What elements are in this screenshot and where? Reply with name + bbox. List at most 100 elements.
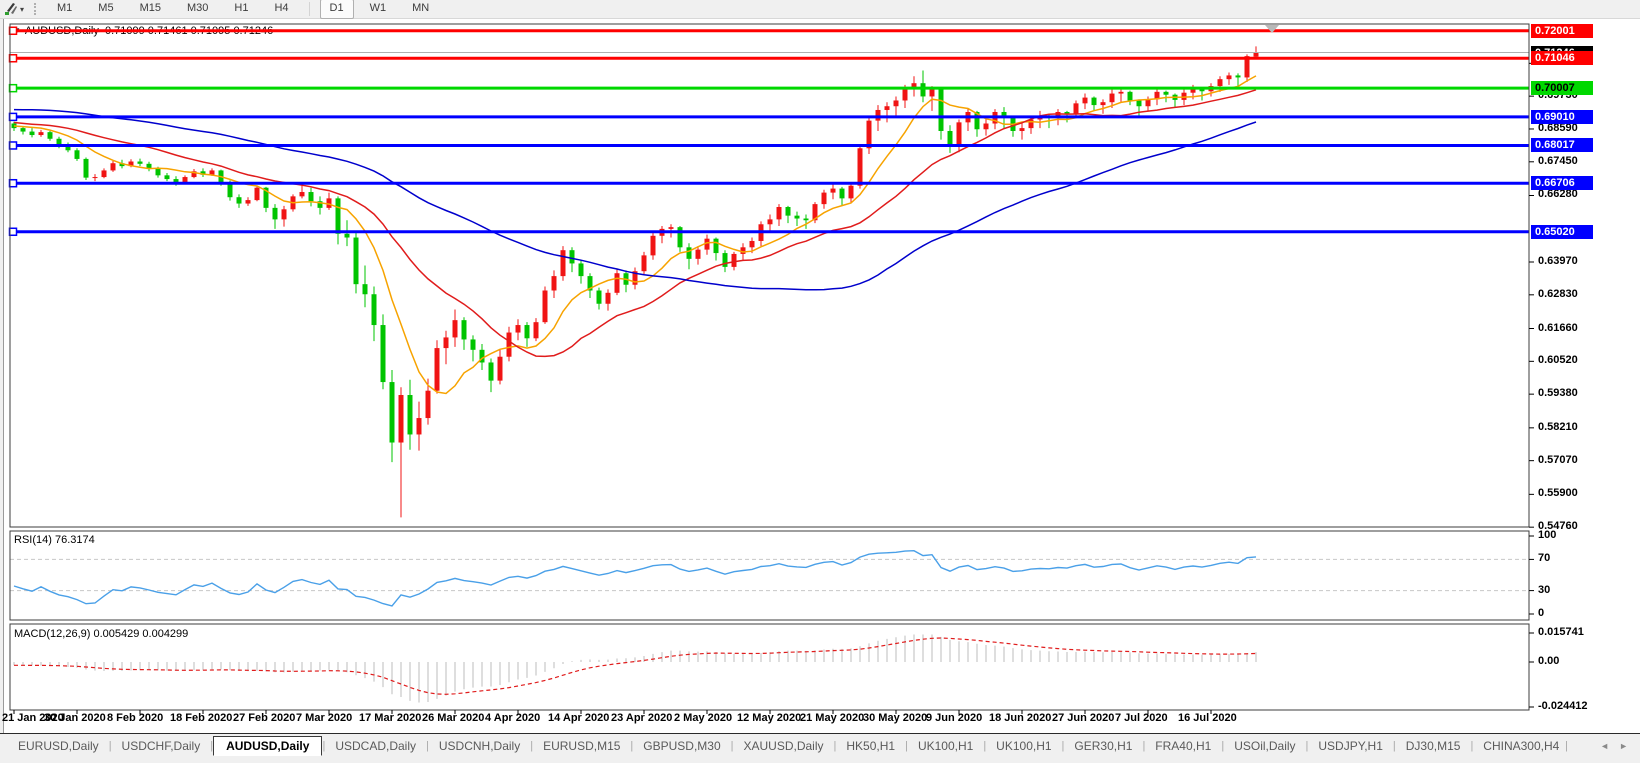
timeframe-button-m5[interactable]: M5 bbox=[88, 0, 123, 19]
chart-tab-uk100-h1[interactable]: UK100,H1 bbox=[908, 736, 983, 756]
chart-tab-dj30-m15[interactable]: DJ30,M15 bbox=[1396, 736, 1471, 756]
date-axis-label: 21 May 2020 bbox=[800, 712, 865, 724]
candle-body bbox=[893, 100, 899, 107]
chart-tab-gbpusd-m30[interactable]: GBPUSD,M30 bbox=[633, 736, 730, 756]
timeframe-button-m1[interactable]: M1 bbox=[47, 0, 82, 19]
panel-frame-0 bbox=[9, 23, 1530, 528]
candle-body bbox=[245, 200, 251, 204]
candle-body bbox=[380, 325, 386, 383]
price-axis-label: 0.59380 bbox=[1538, 387, 1578, 400]
candle-body bbox=[731, 253, 737, 267]
price-axis-label: 0.66280 bbox=[1538, 188, 1578, 201]
candle-body bbox=[407, 395, 413, 435]
candle-body bbox=[362, 284, 368, 295]
candle-body bbox=[668, 227, 674, 229]
macd-axis-label: 0.00 bbox=[1538, 655, 1560, 667]
timeframe-button-h4[interactable]: H4 bbox=[264, 0, 298, 19]
candle-body bbox=[452, 320, 458, 338]
candle-body bbox=[515, 325, 521, 333]
candle-body bbox=[740, 247, 746, 254]
candle-body bbox=[1235, 75, 1241, 78]
candle-body bbox=[20, 128, 26, 132]
candle-body bbox=[1019, 128, 1025, 131]
candle-body bbox=[281, 209, 287, 220]
chart-tab-uk100-h1[interactable]: UK100,H1 bbox=[986, 736, 1061, 756]
candle-body bbox=[434, 348, 440, 391]
chart-tab-usdcad-daily[interactable]: USDCAD,Daily bbox=[325, 736, 426, 756]
candle-body bbox=[83, 158, 89, 178]
chart-styles-icon[interactable] bbox=[2, 1, 20, 17]
chart-tab-ger30-h1[interactable]: GER30,H1 bbox=[1064, 736, 1142, 756]
chart-tab-eurusd-daily[interactable]: EURUSD,Daily bbox=[8, 736, 109, 756]
macd-axis-label: 0.015741 bbox=[1538, 625, 1584, 638]
timeframe-button-m15[interactable]: M15 bbox=[130, 0, 171, 19]
chart-tab-audusd-daily[interactable]: AUDUSD,Daily bbox=[213, 735, 323, 756]
date-axis-label: 8 Feb 2020 bbox=[107, 712, 164, 724]
candle-body bbox=[776, 207, 782, 220]
timeframe-button-mn[interactable]: MN bbox=[402, 0, 439, 19]
candle-body bbox=[1118, 91, 1124, 94]
candle-body bbox=[614, 273, 620, 293]
price-axis-label: 0.61660 bbox=[1538, 321, 1578, 334]
status-strip bbox=[0, 757, 1640, 763]
candle-body bbox=[641, 255, 647, 272]
tab-scroll-left-icon[interactable]: ◄ bbox=[1600, 741, 1609, 751]
candle-body bbox=[983, 123, 989, 130]
mt4-window: { "toolbar": { "timeframes": ["M1","M5",… bbox=[0, 0, 1640, 763]
candle-body bbox=[524, 325, 530, 339]
candle-body bbox=[1073, 103, 1079, 114]
candle-body bbox=[461, 320, 467, 340]
toolbar-grip-handle[interactable] bbox=[34, 3, 39, 15]
rsi-axis-label: 70 bbox=[1538, 552, 1551, 565]
candle-body bbox=[1145, 99, 1151, 107]
timeframe-button-w1[interactable]: W1 bbox=[360, 0, 397, 19]
candle-body bbox=[47, 132, 53, 139]
chart-tab-fra40-h1[interactable]: FRA40,H1 bbox=[1145, 736, 1221, 756]
toolbar-separator bbox=[308, 2, 310, 16]
chart-plot-area[interactable] bbox=[0, 0, 1640, 763]
candle-body bbox=[713, 238, 719, 254]
chart-tab-usoil-daily[interactable]: USOil,Daily bbox=[1224, 736, 1305, 756]
candle-body bbox=[299, 192, 305, 197]
level-anchor-0.70007 bbox=[8, 83, 18, 93]
candle-body bbox=[569, 250, 575, 264]
support-price-badge: 0.66706 bbox=[1531, 176, 1593, 191]
candle-body bbox=[308, 192, 314, 202]
candle-body bbox=[1217, 79, 1223, 87]
resistance-price-badge: 0.72001 bbox=[1531, 23, 1593, 38]
candle-body bbox=[560, 250, 566, 277]
timeframe-button-d1[interactable]: D1 bbox=[319, 0, 354, 19]
candle-body bbox=[938, 88, 944, 131]
candle-body bbox=[101, 170, 107, 178]
chevron-down-icon[interactable]: ▾ bbox=[20, 5, 24, 14]
candle-body bbox=[272, 207, 278, 220]
tab-scroll-right-icon[interactable]: ► bbox=[1619, 741, 1628, 751]
chart-tab-china300-h4[interactable]: CHINA300,H4 bbox=[1473, 736, 1569, 756]
candle-body bbox=[749, 240, 755, 248]
candle-body bbox=[29, 131, 35, 136]
candle-body bbox=[344, 233, 350, 238]
timeframe-button-h1[interactable]: H1 bbox=[224, 0, 258, 19]
chart-tab-xauusd-daily[interactable]: XAUUSD,Daily bbox=[734, 736, 834, 756]
date-axis-label: 18 Feb 2020 bbox=[170, 712, 233, 724]
timeframe-toolbar: ▾ M1 M5 M15 M30 H1 H4 D1 W1 MN bbox=[0, 0, 1640, 19]
moving-average-8 bbox=[13, 75, 1257, 395]
timeframe-button-m30[interactable]: M30 bbox=[177, 0, 218, 19]
candle-body bbox=[335, 198, 341, 234]
chart-tab-eurusd-m15[interactable]: EURUSD,M15 bbox=[533, 736, 630, 756]
level-anchor-0.66706 bbox=[8, 178, 18, 188]
chart-tab-usdcnh-daily[interactable]: USDCNH,Daily bbox=[429, 736, 530, 756]
candle-body bbox=[1100, 102, 1106, 106]
candle-body bbox=[956, 122, 962, 147]
support-price-badge: 0.65020 bbox=[1531, 224, 1593, 239]
candle-body bbox=[785, 207, 791, 216]
support-price-badge: 0.68017 bbox=[1531, 138, 1593, 153]
moving-average-55 bbox=[13, 108, 1257, 291]
chart-tab-hk50-h1[interactable]: HK50,H1 bbox=[836, 736, 905, 756]
candle-body bbox=[1226, 75, 1232, 80]
candle-body bbox=[236, 197, 242, 204]
candle-body bbox=[875, 109, 881, 121]
date-axis-label: 7 Jul 2020 bbox=[1115, 712, 1168, 724]
chart-tab-usdchf-daily[interactable]: USDCHF,Daily bbox=[112, 736, 211, 756]
chart-tab-usdjpy-h1[interactable]: USDJPY,H1 bbox=[1308, 736, 1392, 756]
